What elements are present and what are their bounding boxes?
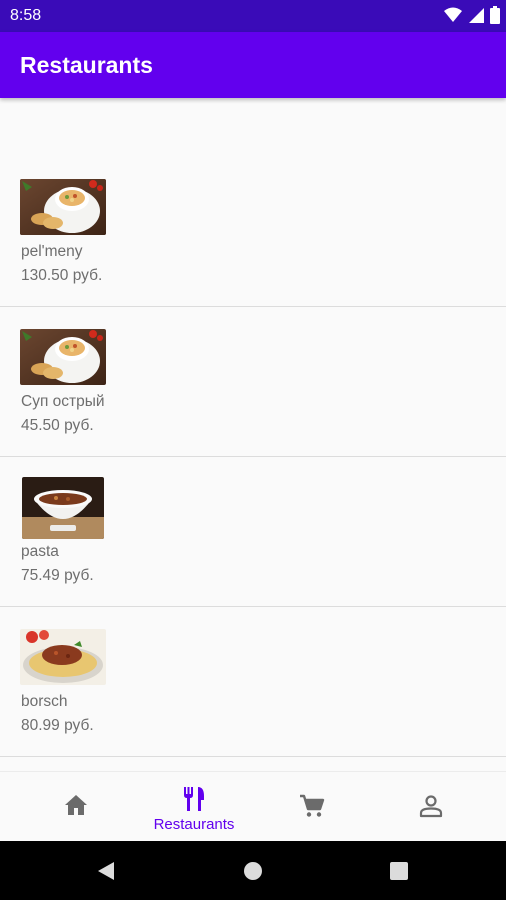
- item-price: 130.50 руб.: [21, 267, 103, 284]
- list-item[interactable]: pasta 75.49 руб.: [0, 457, 506, 607]
- cart-icon: [300, 794, 325, 817]
- status-icons: [444, 6, 500, 24]
- home-icon: [65, 795, 87, 815]
- list-item[interactable]: pel'meny 130.50 руб.: [0, 157, 506, 307]
- nav-item-home[interactable]: [13, 772, 139, 842]
- square-recents-icon: [390, 861, 408, 880]
- recents-button[interactable]: [369, 841, 429, 900]
- list-item[interactable]: Суп острый 45.50 руб.: [0, 307, 506, 457]
- circle-home-icon: [244, 861, 262, 880]
- home-button[interactable]: [223, 841, 283, 900]
- food-image: [22, 477, 104, 539]
- back-icon: [98, 861, 114, 880]
- food-image: [20, 329, 106, 385]
- status-time: 8:58: [10, 7, 42, 24]
- bottom-navigation: Restaurants: [0, 771, 506, 841]
- nav-label-restaurants: Restaurants: [153, 816, 235, 833]
- status-bar: 8:58: [0, 0, 506, 32]
- signal-icon: [469, 8, 484, 23]
- person-icon: [419, 795, 443, 818]
- item-price: 80.99 руб.: [21, 717, 94, 734]
- food-image: [20, 629, 106, 685]
- restaurant-icon: [184, 787, 204, 811]
- wifi-icon: [444, 7, 462, 22]
- nav-item-profile[interactable]: [368, 772, 494, 842]
- nav-item-cart[interactable]: [249, 772, 375, 842]
- list-item[interactable]: borsch 80.99 руб.: [0, 607, 506, 757]
- battery-icon: [490, 6, 500, 24]
- back-button[interactable]: [76, 841, 136, 900]
- app-bar: Restaurants: [0, 32, 506, 98]
- item-name: pasta: [21, 543, 59, 560]
- nav-item-restaurants[interactable]: Restaurants: [131, 772, 257, 842]
- menu-list[interactable]: pel'meny 130.50 руб. Суп острый 45.50 ру…: [0, 98, 506, 771]
- item-price: 45.50 руб.: [21, 417, 94, 434]
- item-name: Суп острый: [21, 393, 105, 410]
- food-image: [20, 179, 106, 235]
- item-price: 75.49 руб.: [21, 567, 94, 584]
- item-name: pel'meny: [21, 243, 83, 260]
- item-name: borsch: [21, 693, 68, 710]
- page-title: Restaurants: [20, 52, 153, 78]
- system-navigation-bar: [0, 841, 506, 900]
